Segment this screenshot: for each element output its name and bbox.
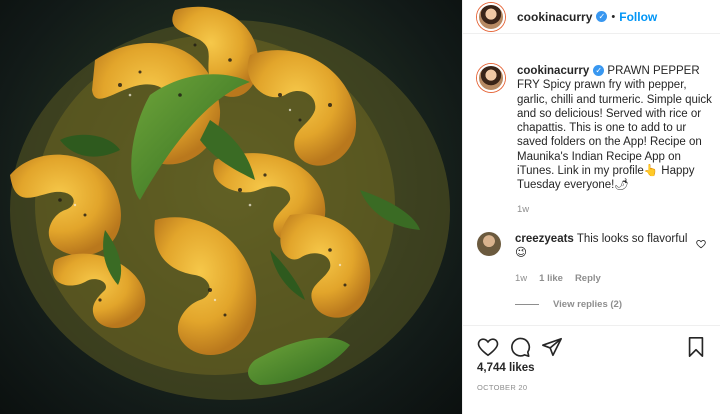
post-caption: cookinacurry ✓ PRAWN PEPPER FRY Spicy pra… [477,64,717,217]
author-username[interactable]: cookinacurry [517,10,592,24]
view-replies-divider [515,304,539,305]
caption-avatar[interactable] [477,64,505,92]
follow-button[interactable]: Follow [619,10,657,24]
author-avatar[interactable] [477,2,505,31]
post-date[interactable]: OCTOBER 20 [477,383,527,392]
paper-plane-icon[interactable] [541,336,563,358]
separator-dot: • [611,10,616,23]
view-replies-button[interactable]: View replies (2) [515,299,622,310]
post-header: cookinacurry ✓ • Follow [463,0,720,34]
likes-count[interactable]: 4,744 likes [477,362,535,374]
comment-likes-count[interactable]: 1 like [539,273,563,284]
commenter-avatar[interactable] [477,232,501,256]
verified-badge-icon: ✓ [596,11,608,22]
comment-like-heart-icon[interactable] [696,239,706,249]
post-photo[interactable] [0,0,462,414]
reply-button[interactable]: Reply [575,273,601,284]
comment-item: creezyeats This looks so flavorful 😉 [477,232,717,261]
view-replies-label: View replies (2) [553,299,622,310]
bookmark-icon[interactable] [685,336,707,358]
heart-icon[interactable] [477,336,499,358]
comment-bubble-icon[interactable] [509,336,531,358]
commenter-username[interactable]: creezyeats [515,233,574,245]
caption-username[interactable]: cookinacurry [517,65,589,77]
caption-timestamp[interactable]: 1w [517,203,717,217]
post-sidebar: cookinacurry ✓ • Follow cookinacurry ✓ PR… [462,0,720,414]
verified-badge-icon: ✓ [593,65,605,77]
comment-meta: 1w 1 like Reply [515,273,601,284]
prawn-curry-image [10,6,450,400]
comment-timestamp[interactable]: 1w [515,273,527,284]
action-bar [463,325,720,365]
caption-text: PRAWN PEPPER FRY Spicy prawn fry with pe… [517,65,712,192]
